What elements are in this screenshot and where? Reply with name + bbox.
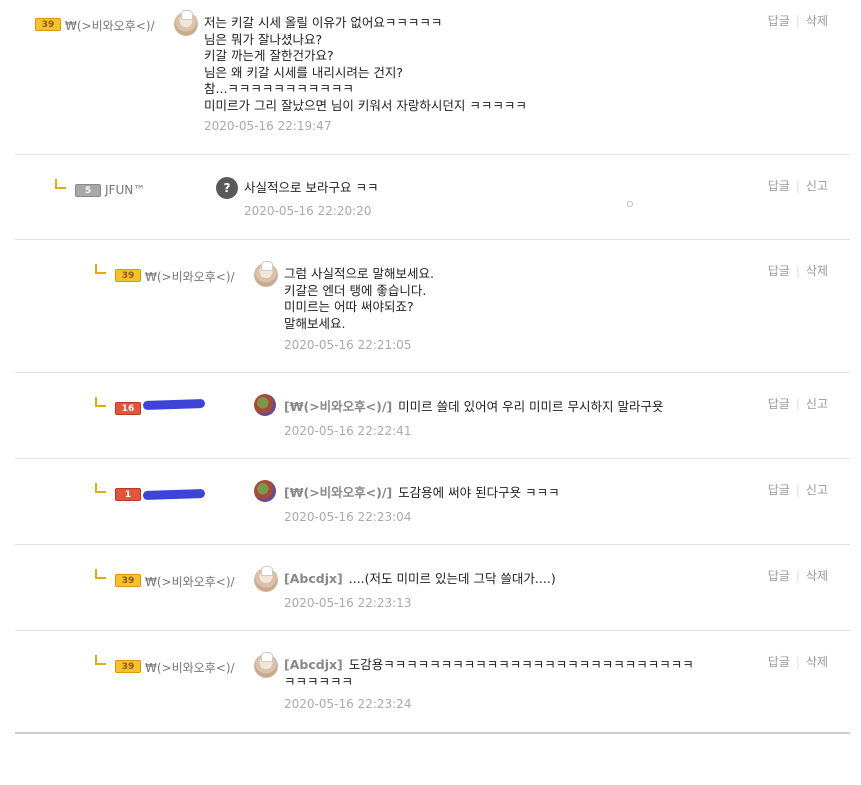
author-avatar[interactable] xyxy=(254,394,276,416)
author-avatar[interactable] xyxy=(254,652,278,678)
reply-button[interactable]: 답글 xyxy=(768,179,790,193)
level-badge: 39 xyxy=(35,18,61,31)
delete-button[interactable]: 삭제 xyxy=(806,655,828,669)
comment-6: 39 ₩(>비와오후<)/ [Abcdjx] ....(저도 미미르 있는데 그닥… xyxy=(15,545,850,631)
delete-button[interactable]: 삭제 xyxy=(806,14,828,28)
redacted-nickname xyxy=(142,488,206,501)
comment-actions: 답글 | 삭제 xyxy=(767,655,828,669)
comment-date: 2020-05-16 22:21:05 xyxy=(284,338,412,352)
comment-date: 2020-05-16 22:23:13 xyxy=(284,596,412,610)
reply-arrow-icon xyxy=(95,655,106,665)
reply-button[interactable]: 답글 xyxy=(768,655,790,669)
mention-tag[interactable]: [₩(>비와오후<)/] xyxy=(284,485,392,500)
level-badge: 5 xyxy=(75,184,101,197)
author-nickname[interactable]: ₩(>비와오후<)/ xyxy=(145,573,235,590)
level-badge: 39 xyxy=(115,574,141,587)
comment-text: [Abcdjx] 도감용ㅋㅋㅋㅋㅋㅋㅋㅋㅋㅋㅋㅋㅋㅋㅋㅋㅋㅋㅋㅋㅋㅋㅋㅋㅋㅋㅋ ㅋ… xyxy=(284,657,714,690)
comment-3: 39 ₩(>비와오후<)/ 그럼 사실적으로 말해보세요. 키갈은 엔더 탱에 … xyxy=(15,240,850,373)
comment-body: 미미르 쓸데 있어여 우리 미미르 무시하지 말라구욧 xyxy=(398,399,664,414)
comment-date: 2020-05-16 22:22:41 xyxy=(284,424,412,438)
comment-5: 1 [₩(>비와오후<)/] 도감용에 써야 된다구욧 ㅋㅋㅋ 2020-05-1… xyxy=(15,459,850,545)
comment-date: 2020-05-16 22:19:47 xyxy=(204,119,332,133)
comment-actions: 답글 | 신고 xyxy=(767,483,828,497)
reply-button[interactable]: 답글 xyxy=(768,397,790,411)
reply-button[interactable]: 답글 xyxy=(768,264,790,278)
comment-actions: 답글 | 신고 xyxy=(767,397,828,411)
comment-actions: 답글 | 신고 xyxy=(767,179,828,193)
author-nickname[interactable]: ₩(>비와오후<)/ xyxy=(65,17,155,34)
author-avatar[interactable] xyxy=(254,261,278,287)
author-avatar[interactable] xyxy=(174,10,198,36)
reply-arrow-icon xyxy=(95,483,106,493)
comment-body: 도감용에 써야 된다구욧 ㅋㅋㅋ xyxy=(398,485,560,500)
comment-body: ....(저도 미미르 있는데 그닥 쓸대가....) xyxy=(348,571,556,586)
reply-arrow-icon xyxy=(95,569,106,579)
comment-text: [Abcdjx] ....(저도 미미르 있는데 그닥 쓸대가....) xyxy=(284,571,556,588)
comment-body: 도감용ㅋㅋㅋㅋㅋㅋㅋㅋㅋㅋㅋㅋㅋㅋㅋㅋㅋㅋㅋㅋㅋㅋㅋㅋㅋㅋㅋ ㅋㅋㅋㅋㅋㅋ xyxy=(284,657,694,689)
comment-date: 2020-05-16 22:20:20 xyxy=(244,204,372,218)
comment-actions: 답글 | 삭제 xyxy=(767,14,828,28)
comment-text: [₩(>비와오후<)/] 도감용에 써야 된다구욧 ㅋㅋㅋ xyxy=(284,485,560,502)
reply-arrow-icon xyxy=(55,179,66,189)
author-avatar[interactable] xyxy=(254,480,276,502)
comment-1: 39 ₩(>비와오후<)/ 저는 키갈 시세 올릴 이유가 없어요ㅋㅋㅋㅋㅋ 님… xyxy=(15,0,850,155)
delete-button[interactable]: 삭제 xyxy=(806,264,828,278)
question-mark-icon[interactable]: ? xyxy=(216,177,238,199)
author-nickname[interactable]: JFUN™ xyxy=(105,183,145,197)
mention-tag[interactable]: [Abcdjx] xyxy=(284,657,343,672)
reply-button[interactable]: 답글 xyxy=(768,14,790,28)
author-nickname[interactable]: ₩(>비와오후<)/ xyxy=(145,659,235,676)
comment-actions: 답글 | 삭제 xyxy=(767,264,828,278)
mention-tag[interactable]: [Abcdjx] xyxy=(284,571,343,586)
level-badge: 39 xyxy=(115,269,141,282)
reply-arrow-icon xyxy=(95,264,106,274)
comment-date: 2020-05-16 22:23:04 xyxy=(284,510,412,524)
comment-7: 39 ₩(>비와오후<)/ [Abcdjx] 도감용ㅋㅋㅋㅋㅋㅋㅋㅋㅋㅋㅋㅋㅋㅋㅋ… xyxy=(15,631,850,734)
mention-tag[interactable]: [₩(>비와오후<)/] xyxy=(284,399,392,414)
report-button[interactable]: 신고 xyxy=(806,483,828,497)
report-button[interactable]: 신고 xyxy=(806,179,828,193)
level-badge: 16 xyxy=(115,402,141,415)
report-button[interactable]: 신고 xyxy=(806,397,828,411)
small-circle-icon xyxy=(627,201,633,207)
comment-date: 2020-05-16 22:23:24 xyxy=(284,697,412,711)
author-avatar[interactable] xyxy=(254,566,278,592)
comment-text: 그럼 사실적으로 말해보세요. 키갈은 엔더 탱에 좋습니다. 미미르는 어따 … xyxy=(284,266,434,331)
comment-actions: 답글 | 삭제 xyxy=(767,569,828,583)
delete-button[interactable]: 삭제 xyxy=(806,569,828,583)
reply-arrow-icon xyxy=(95,397,106,407)
author-nickname[interactable]: ₩(>비와오후<)/ xyxy=(145,268,235,285)
comment-2: 5 JFUN™ ? 사실적으로 보라구요 ㅋㅋ 2020-05-16 22:20… xyxy=(15,155,850,240)
level-badge: 1 xyxy=(115,488,141,501)
reply-button[interactable]: 답글 xyxy=(768,569,790,583)
comment-text: 사실적으로 보라구요 ㅋㅋ xyxy=(244,180,379,195)
comment-4: 16 [₩(>비와오후<)/] 미미르 쓸데 있어여 우리 미미르 무시하지 말라… xyxy=(15,373,850,459)
level-badge: 39 xyxy=(115,660,141,673)
reply-button[interactable]: 답글 xyxy=(768,483,790,497)
comment-text: [₩(>비와오후<)/] 미미르 쓸데 있어여 우리 미미르 무시하지 말라구욧 xyxy=(284,399,664,416)
comment-text: 저는 키갈 시세 올릴 이유가 없어요ㅋㅋㅋㅋㅋ 님은 뭐가 잘나셨나요? 키갈… xyxy=(204,15,527,113)
redacted-nickname xyxy=(142,398,206,411)
